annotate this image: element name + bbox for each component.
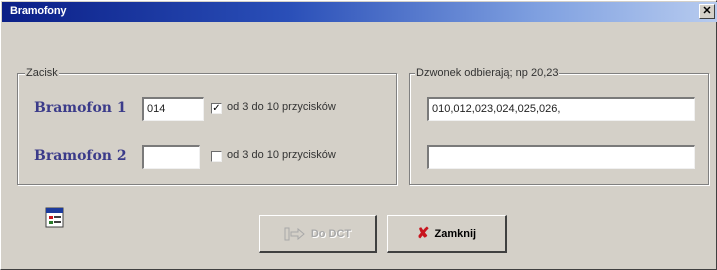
- close-icon: ✕: [702, 5, 712, 17]
- zamknij-button[interactable]: ✘ Zamknij: [387, 215, 507, 253]
- bramofon-1-check-label[interactable]: od 3 do 10 przycisków: [227, 101, 336, 113]
- bramofony-dialog: Bramofony ✕ Zacisk Bramofon 1 014 ✓ od 3…: [0, 0, 717, 270]
- zacisk-group-title: Zacisk: [25, 66, 59, 80]
- red-x-icon: ✘: [416, 225, 430, 242]
- do-dct-button[interactable]: Do DCT: [259, 215, 377, 253]
- window-title: Bramofony: [10, 5, 67, 17]
- dzwonek-field-1[interactable]: 010,012,023,024,025,026,: [427, 97, 695, 121]
- bramofon-1-label: Bramofon 1: [34, 100, 127, 116]
- bramofon-2-input[interactable]: [142, 145, 200, 169]
- zacisk-group: Zacisk: [17, 66, 397, 185]
- bramofon-2-checkbox[interactable]: [211, 151, 222, 162]
- dzwonek-group-title: Dzwonek odbierają; np 20,23: [415, 66, 560, 80]
- bramofon-1-input[interactable]: 014: [142, 97, 204, 121]
- do-dct-label: Do DCT: [310, 227, 352, 240]
- dzwonek-field-2[interactable]: [427, 145, 695, 169]
- title-bar[interactable]: Bramofony ✕: [2, 2, 717, 22]
- bramofon-1-checkbox[interactable]: ✓: [211, 103, 222, 114]
- bramofon-2-check-label[interactable]: od 3 do 10 przycisków: [227, 149, 336, 161]
- zamknij-label: Zamknij: [434, 227, 477, 240]
- arrow-to-device-icon: [284, 227, 305, 240]
- bramofon-2-label: Bramofon 2: [34, 148, 127, 164]
- close-button[interactable]: ✕: [699, 4, 715, 19]
- form-icon[interactable]: [45, 207, 65, 229]
